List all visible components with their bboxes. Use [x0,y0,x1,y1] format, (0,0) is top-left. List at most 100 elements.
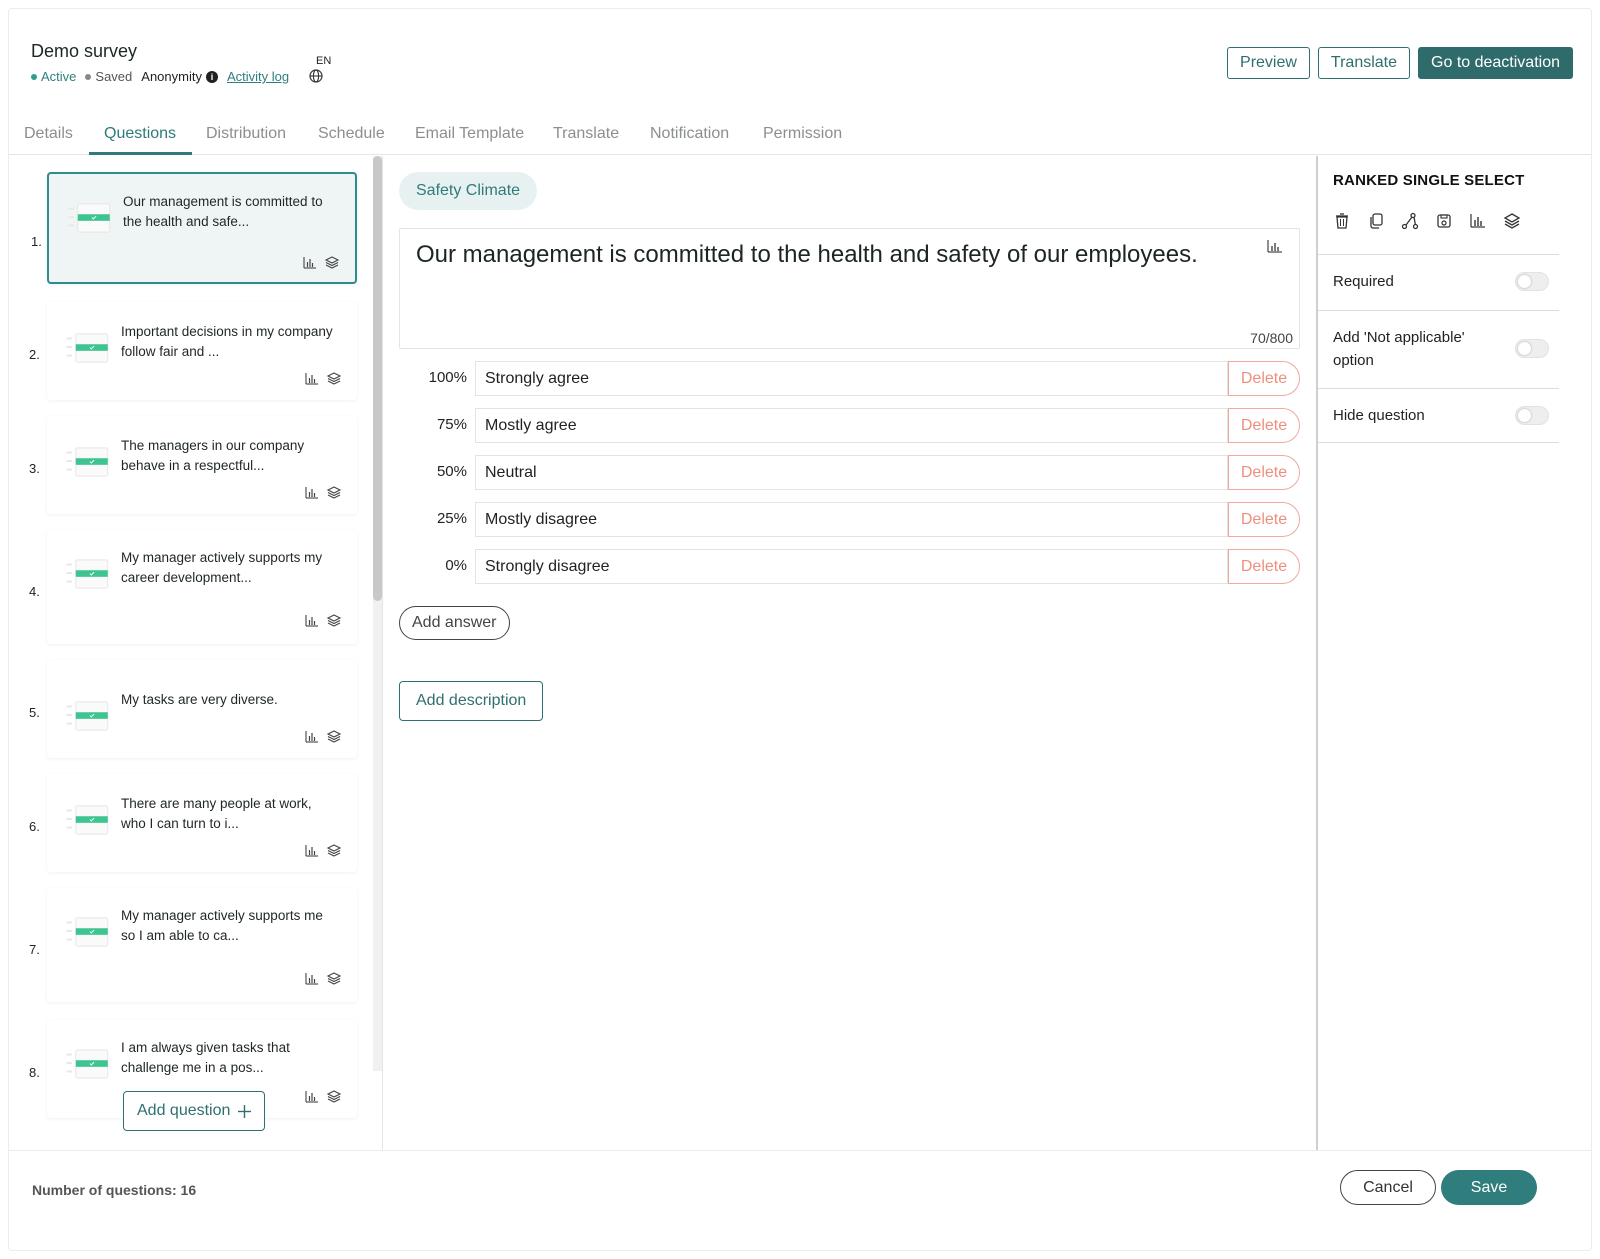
branch-logic-icon[interactable] [1401,212,1419,230]
anonymity-indicator[interactable]: Anonymity i [141,69,218,84]
tab-schedule[interactable]: Schedule [318,125,385,143]
character-count: 70/800 [1250,330,1293,346]
question-card[interactable]: 1. Our management is committed to the hea… [31,172,357,284]
hide-question-toggle[interactable] [1515,406,1549,425]
chart-icon[interactable] [1267,239,1283,253]
activity-log-link[interactable]: Activity log [227,69,289,84]
tab-translate[interactable]: Translate [553,125,619,143]
tab-bar: Details Questions Distribution Schedule … [9,121,1591,155]
chart-icon[interactable] [305,1090,319,1103]
save-button[interactable]: Save [1441,1170,1537,1205]
question-text[interactable]: Our management is committed to the healt… [416,241,1198,269]
layers-icon[interactable] [327,486,341,499]
delete-answer-button[interactable]: Delete [1228,361,1300,396]
plus-icon [238,1104,252,1118]
chart-icon[interactable] [1469,212,1487,230]
question-card[interactable]: 5. My tasks are very diverse. [29,660,357,758]
header-actions: Preview Translate Go to deactivation [1227,47,1573,79]
go-to-deactivation-button[interactable]: Go to deactivation [1418,47,1573,79]
status-saved-label: Saved [95,69,133,84]
answer-weight: 0% [445,557,467,574]
globe-icon[interactable] [309,69,323,83]
not-applicable-toggle[interactable] [1515,339,1549,358]
chart-icon[interactable] [305,972,319,985]
layers-icon[interactable] [1503,212,1521,230]
save-icon[interactable] [1435,212,1453,230]
layers-icon[interactable] [325,256,339,269]
required-toggle[interactable] [1515,272,1549,291]
answer-weight: 100% [428,369,467,386]
chart-icon[interactable] [305,486,319,499]
question-card[interactable]: 4. My manager actively supports my career… [29,530,357,644]
chart-icon[interactable] [305,614,319,627]
add-answer-button[interactable]: Add answer [399,606,510,640]
question-card[interactable]: 3. The managers in our company behave in … [29,416,357,514]
chart-icon[interactable] [305,844,319,857]
chart-icon[interactable] [305,730,319,743]
layers-icon[interactable] [327,1090,341,1103]
required-label: Required [1333,273,1394,290]
delete-answer-button[interactable]: Delete [1228,408,1300,443]
survey-meta: Active Saved Anonymity i Activity log [31,69,289,84]
delete-answer-button[interactable]: Delete [1228,455,1300,490]
answer-input[interactable]: Neutral [475,455,1228,490]
answer-input[interactable]: Strongly disagree [475,549,1228,584]
question-number: 4. [29,584,40,599]
trash-icon[interactable] [1333,212,1351,230]
tab-details[interactable]: Details [24,125,73,143]
question-number: 6. [29,819,40,834]
question-card[interactable]: 7. My manager actively supports me so I a… [29,888,357,1002]
add-description-button[interactable]: Add description [399,681,544,721]
layers-icon[interactable] [327,844,341,857]
copy-icon[interactable] [1367,212,1385,230]
question-text-field[interactable]: Our management is committed to the healt… [399,228,1300,349]
question-card[interactable]: 6. There are many people at work, who I c… [29,774,357,872]
hide-question-label: Hide question [1333,407,1425,424]
divider [1318,442,1559,443]
question-card-actions [305,486,341,499]
question-card-text: My manager actively supports my career d… [121,550,323,585]
tab-questions[interactable]: Questions [104,125,176,143]
toggle-knob [1518,342,1531,355]
question-card[interactable]: 2. Important decisions in my company foll… [29,302,357,400]
question-card-text: Important decisions in my company follow… [121,324,333,359]
tab-email-template[interactable]: Email Template [415,125,524,143]
active-dot-icon [31,73,37,80]
chart-icon[interactable] [305,372,319,385]
question-number: 5. [29,705,40,720]
add-question-button[interactable]: Add question [123,1091,266,1131]
question-list-scrollbar-thumb[interactable] [373,156,382,601]
answer-input[interactable]: Mostly disagree [475,502,1228,537]
answer-row: 75% Mostly agree Delete [399,408,1300,444]
question-card-actions [305,1090,341,1103]
layers-icon[interactable] [327,972,341,985]
delete-answer-button[interactable]: Delete [1228,549,1300,584]
cancel-button[interactable]: Cancel [1340,1170,1436,1205]
category-tag[interactable]: Safety Climate [399,172,538,210]
delete-answer-button[interactable]: Delete [1228,502,1300,537]
layers-icon[interactable] [327,372,341,385]
toggle-knob [1518,275,1531,288]
layers-icon[interactable] [327,614,341,627]
question-card-text: My tasks are very diverse. [121,692,278,707]
answer-input[interactable]: Mostly agree [475,408,1228,443]
status-active-label: Active [41,69,77,84]
layers-icon[interactable] [327,730,341,743]
answer-input[interactable]: Strongly agree [475,361,1228,396]
preview-button[interactable]: Preview [1227,47,1310,79]
survey-title: Demo survey [31,41,138,61]
chart-icon[interactable] [303,256,317,269]
tab-distribution[interactable]: Distribution [206,125,286,143]
tab-permission[interactable]: Permission [763,125,842,143]
tab-notification[interactable]: Notification [650,125,729,143]
question-list-panel: 1. Our management is committed to the hea… [9,156,383,1150]
answer-row: 50% Neutral Delete [399,455,1300,491]
question-number: 3. [29,461,40,476]
add-question-label: Add question [137,1102,231,1119]
translate-button[interactable]: Translate [1317,47,1411,79]
question-number: 8. [29,1065,40,1080]
toggle-knob [1518,409,1531,422]
info-icon[interactable]: i [205,70,218,83]
question-card-actions [303,256,339,269]
question-toolbar [1333,212,1521,230]
